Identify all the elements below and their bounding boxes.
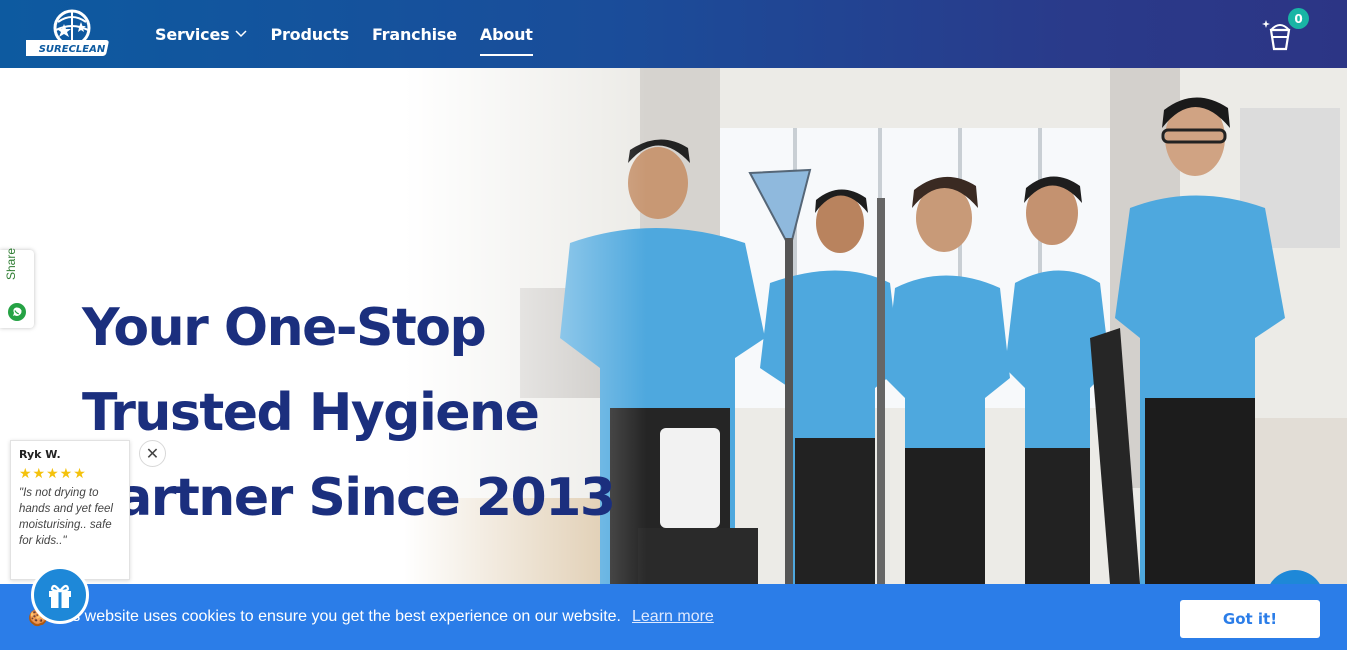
headline-line-1: Your One-Stop [82, 298, 487, 358]
share-tab[interactable]: Share [0, 247, 34, 328]
cookie-accept-button[interactable]: Got it! [1180, 600, 1320, 638]
cookie-learn-more-link[interactable]: Learn more [632, 608, 714, 626]
main-nav: Services Products Franchise About [155, 0, 533, 68]
nav-services-label: Services [155, 24, 230, 44]
hero-banner: Your One-Stop Trusted Hygiene Partner Si… [0, 68, 1347, 584]
gift-icon [49, 584, 71, 608]
gift-button[interactable] [31, 566, 89, 624]
headline-line-3: Partner Since 2013 [82, 468, 616, 528]
nav-products[interactable]: Products [270, 25, 349, 44]
cookie-consent-bar: 🍪 This website uses cookies to ensure yo… [0, 584, 1347, 650]
cookie-message: This website uses cookies to ensure you … [50, 608, 621, 625]
review-close-button[interactable]: ✕ [139, 440, 166, 467]
nav-franchise[interactable]: Franchise [372, 25, 457, 44]
review-card[interactable]: Ryk W. ★★★★★ "Is not drying to hands and… [10, 440, 130, 580]
review-quote: "Is not drying to hands and yet feel moi… [19, 487, 113, 547]
chevron-down-icon [235, 30, 247, 38]
svg-text:SURECLEAN: SURECLEAN [39, 44, 106, 55]
sureclean-logo[interactable]: SURECLEAN [26, 8, 118, 58]
share-label: Share [4, 247, 18, 280]
page: Your One-Stop Trusted Hygiene Partner Si… [0, 0, 1347, 650]
nav-about-label: About [479, 24, 533, 44]
cart-count-badge: 0 [1288, 8, 1309, 29]
review-stars: ★★★★★ [19, 465, 87, 481]
reviewer-name: Ryk W. [19, 448, 61, 461]
hero-headline: Your One-Stop Trusted Hygiene Partner Si… [82, 286, 642, 541]
whatsapp-icon [8, 303, 26, 321]
nav-products-label: Products [270, 24, 349, 44]
nav-services[interactable]: Services [155, 25, 247, 44]
headline-line-2: Trusted Hygiene [82, 383, 540, 443]
nav-about[interactable]: About [479, 24, 533, 56]
nav-franchise-label: Franchise [371, 24, 457, 44]
site-header: SURECLEAN Services Products Franchise Ab… [0, 0, 1347, 68]
